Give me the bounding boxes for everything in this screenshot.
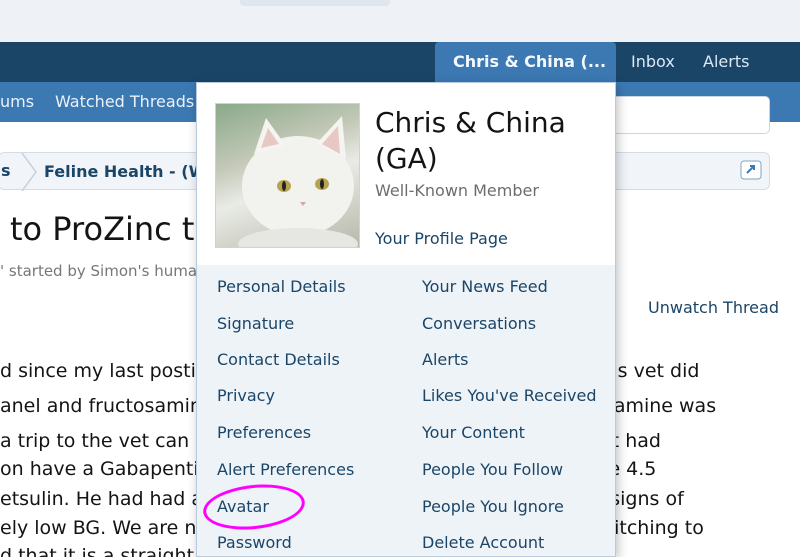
cat-photo-icon	[238, 116, 358, 247]
nav-tab-alerts[interactable]: Alerts	[703, 42, 749, 82]
dropdown-profile-header: Chris & China (GA) Well-Known Member You…	[197, 83, 615, 265]
profile-name: Chris & China (GA)	[375, 106, 566, 175]
unwatch-thread-link[interactable]: Unwatch Thread	[648, 298, 779, 317]
menu-people-you-follow[interactable]: People You Follow	[422, 460, 563, 479]
menu-contact-details[interactable]: Contact Details	[217, 350, 340, 369]
menu-likes-received[interactable]: Likes You've Received	[422, 386, 597, 405]
menu-preferences[interactable]: Preferences	[217, 423, 311, 442]
main-navbar: Chris & China (... Inbox Alerts	[0, 42, 800, 82]
menu-delete-account[interactable]: Delete Account	[422, 533, 544, 552]
menu-alerts[interactable]: Alerts	[422, 350, 468, 369]
external-link-icon[interactable]	[740, 160, 762, 180]
menu-news-feed[interactable]: Your News Feed	[422, 277, 548, 296]
search-input[interactable]	[610, 96, 770, 134]
profile-role: Well-Known Member	[375, 181, 539, 200]
menu-conversations[interactable]: Conversations	[422, 314, 536, 333]
thread-meta: ' started by Simon's human	[0, 262, 207, 280]
nav-tab-user[interactable]: Chris & China (...	[435, 42, 616, 82]
subnav-watched-threads[interactable]: Watched Threads	[55, 82, 194, 122]
your-profile-page-link[interactable]: Your Profile Page	[375, 229, 508, 248]
menu-password[interactable]: Password	[217, 533, 292, 552]
menu-personal-details[interactable]: Personal Details	[217, 277, 346, 296]
breadcrumb-item-prev[interactable]: s	[1, 161, 11, 180]
menu-privacy[interactable]: Privacy	[217, 386, 275, 405]
menu-signature[interactable]: Signature	[217, 314, 294, 333]
subnav-forums[interactable]: ums	[0, 82, 34, 122]
nav-tab-inbox[interactable]: Inbox	[631, 42, 675, 82]
menu-people-you-ignore[interactable]: People You Ignore	[422, 497, 564, 516]
breadcrumb-separator-icon	[21, 153, 37, 191]
breadcrumb-item-feline-health[interactable]: Feline Health - (We	[44, 162, 217, 181]
avatar[interactable]	[215, 103, 360, 248]
header-ghost	[240, 0, 390, 6]
top-strip	[0, 0, 800, 42]
menu-your-content[interactable]: Your Content	[422, 423, 525, 442]
menu-alert-preferences[interactable]: Alert Preferences	[217, 460, 354, 479]
